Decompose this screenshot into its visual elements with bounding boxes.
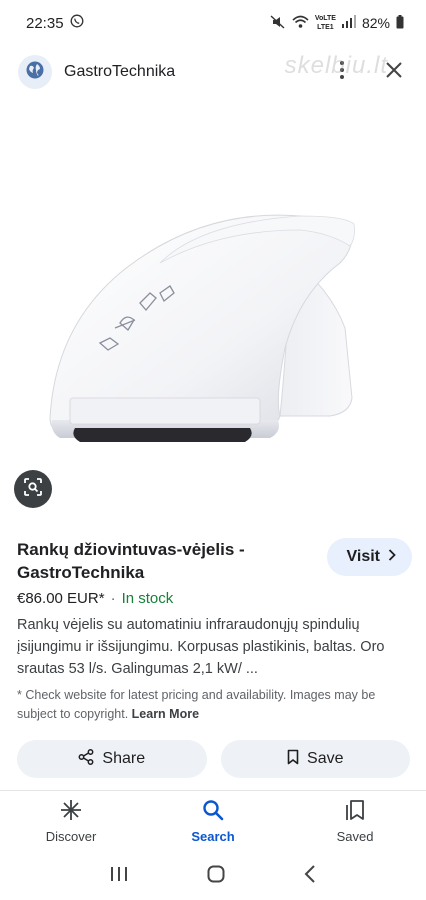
whatsapp-icon — [70, 14, 84, 32]
product-title[interactable]: Rankų džiovintuvas-vėjelis - GastroTechn… — [17, 538, 287, 584]
status-right: VoLTE LTE1 82% — [270, 14, 404, 32]
nav-saved-label: Saved — [336, 828, 374, 844]
home-icon[interactable] — [207, 865, 225, 888]
price: €86.00 EUR* — [17, 590, 105, 607]
network-bottom: LTE1 — [317, 24, 334, 31]
nav-search[interactable]: Search — [142, 792, 284, 850]
action-row: Share Save — [17, 740, 410, 778]
product-description: Rankų vėjelis su automatiniu infraraudon… — [17, 617, 385, 677]
battery-level: 82% — [361, 15, 390, 31]
product-image — [49, 214, 355, 442]
stock-status: In stock — [121, 590, 174, 607]
bookmark-icon — [287, 749, 299, 770]
site-name[interactable]: GastroTechnika — [64, 63, 175, 81]
header-actions: skelbiu.lt — [285, 52, 408, 86]
share-button[interactable]: Share — [17, 740, 207, 778]
save-button[interactable]: Save — [220, 740, 410, 778]
lens-icon — [23, 477, 43, 502]
network-type: VoLTE LTE1 — [315, 14, 336, 32]
share-icon — [78, 748, 94, 770]
signal-icon — [341, 15, 356, 31]
watermark: skelbiu.lt — [284, 52, 388, 79]
status-left: 22:35 — [26, 14, 84, 32]
price-row: €86.00 EUR* · In stock — [17, 590, 173, 607]
product-image-area[interactable] — [0, 98, 426, 522]
visit-label: Visit — [346, 548, 381, 565]
collections-icon — [345, 799, 365, 824]
chevron-right-icon — [388, 548, 396, 566]
lens-header: GastroTechnika skelbiu.lt — [0, 46, 426, 98]
disclaimer: * Check website for latest pricing and a… — [17, 686, 415, 724]
wifi-icon — [292, 15, 309, 32]
search-icon — [202, 799, 224, 824]
save-label: Save — [307, 750, 344, 767]
network-top: VoLTE — [314, 15, 336, 22]
nav-search-label: Search — [191, 828, 235, 844]
nav-divider — [0, 790, 426, 791]
asterisk-icon — [60, 799, 82, 824]
system-navigation — [0, 852, 426, 900]
close-icon — [386, 61, 402, 83]
globe-icon — [25, 60, 45, 85]
site-favicon — [18, 55, 52, 89]
recents-icon[interactable] — [110, 866, 128, 887]
battery-icon — [396, 14, 404, 32]
status-time: 22:35 — [26, 14, 64, 32]
nav-discover-label: Discover — [45, 828, 97, 844]
status-bar: 22:35 VoLTE LTE1 82% — [0, 0, 426, 46]
bottom-nav: Discover Search Saved — [0, 792, 426, 850]
lens-search-button[interactable] — [14, 470, 52, 508]
back-icon[interactable] — [304, 864, 316, 888]
title-row: Rankų džiovintuvas-vėjelis - GastroTechn… — [17, 538, 412, 584]
mute-icon — [270, 14, 286, 32]
visit-button[interactable]: Visit — [326, 538, 412, 576]
nav-saved[interactable]: Saved — [284, 792, 426, 850]
nav-discover[interactable]: Discover — [0, 792, 142, 850]
share-label: Share — [102, 750, 146, 767]
learn-more-link[interactable]: Learn More — [132, 707, 199, 721]
separator-dot: · — [110, 590, 116, 607]
